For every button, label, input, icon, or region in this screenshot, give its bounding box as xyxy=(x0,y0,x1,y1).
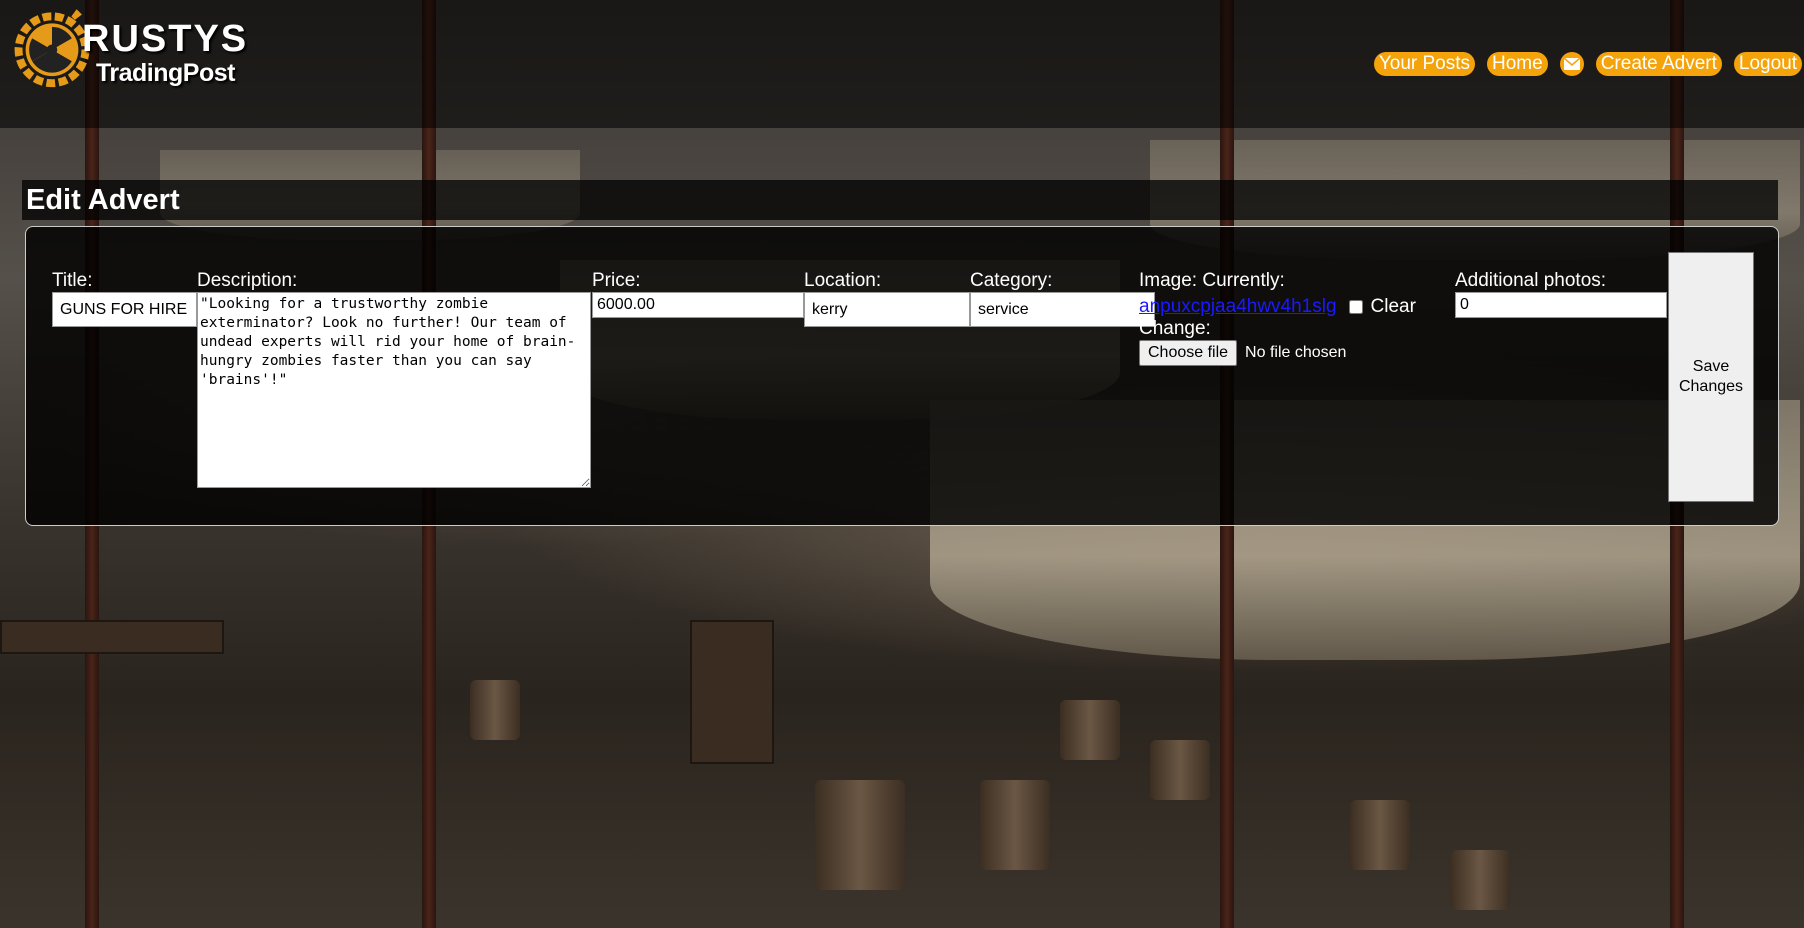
category-input[interactable] xyxy=(970,292,1155,327)
price-input[interactable] xyxy=(592,292,804,318)
image-field-group: Image: Currently: anpuxcpjaa4hwv4h1slg C… xyxy=(1139,270,1416,366)
brand-title: RUSTYS xyxy=(82,18,249,60)
choose-file-button[interactable]: Choose file xyxy=(1139,340,1238,366)
title-input[interactable] xyxy=(52,292,197,327)
description-field-group: Description: "Looking for a trustworthy … xyxy=(197,270,591,493)
page-title: Edit Advert xyxy=(26,184,180,216)
nav-logout[interactable]: Logout xyxy=(1733,52,1802,76)
save-changes-button[interactable]: Save Changes xyxy=(1668,252,1754,502)
location-input[interactable] xyxy=(804,292,970,327)
price-field-group: Price: xyxy=(592,270,804,318)
price-label: Price: xyxy=(592,270,641,291)
description-textarea[interactable]: "Looking for a trustworthy zombie exterm… xyxy=(197,292,591,488)
nav-your-posts[interactable]: Your Posts xyxy=(1373,52,1476,76)
photos-field-group: Additional photos: xyxy=(1455,270,1667,318)
additional-photos-input[interactable] xyxy=(1455,292,1667,318)
photos-label: Additional photos: xyxy=(1455,270,1607,291)
main-nav: Your Posts Home Create Advert Logout xyxy=(1373,52,1802,76)
image-label: Image: Currently: xyxy=(1139,270,1285,291)
envelope-icon[interactable] xyxy=(1559,52,1584,76)
brand-subtitle: TradingPost xyxy=(96,59,235,87)
location-field-group: Location: xyxy=(804,270,970,327)
description-label: Description: xyxy=(197,270,298,291)
title-label: Title: xyxy=(52,270,93,291)
change-label: Change: xyxy=(1139,318,1211,339)
page-title-bar: Edit Advert xyxy=(22,180,1778,220)
clear-label: Clear xyxy=(1370,296,1416,317)
location-label: Location: xyxy=(804,270,882,291)
file-status-text: No file chosen xyxy=(1245,344,1347,361)
site-header: RUSTYS TradingPost Your Posts Home Creat… xyxy=(0,0,1804,128)
nav-home[interactable]: Home xyxy=(1487,52,1548,76)
title-field-group: Title: xyxy=(52,270,197,327)
brand-name[interactable]: RUSTYS TradingPost xyxy=(82,20,248,88)
current-image-link[interactable]: anpuxcpjaa4hwv4h1slg xyxy=(1139,296,1337,318)
clear-image-checkbox[interactable] xyxy=(1348,300,1363,314)
category-field-group: Category: xyxy=(970,270,1155,327)
nav-create-advert[interactable]: Create Advert xyxy=(1595,52,1722,76)
category-label: Category: xyxy=(970,270,1053,291)
edit-advert-form: Title: Description: "Looking for a trust… xyxy=(25,226,1779,526)
